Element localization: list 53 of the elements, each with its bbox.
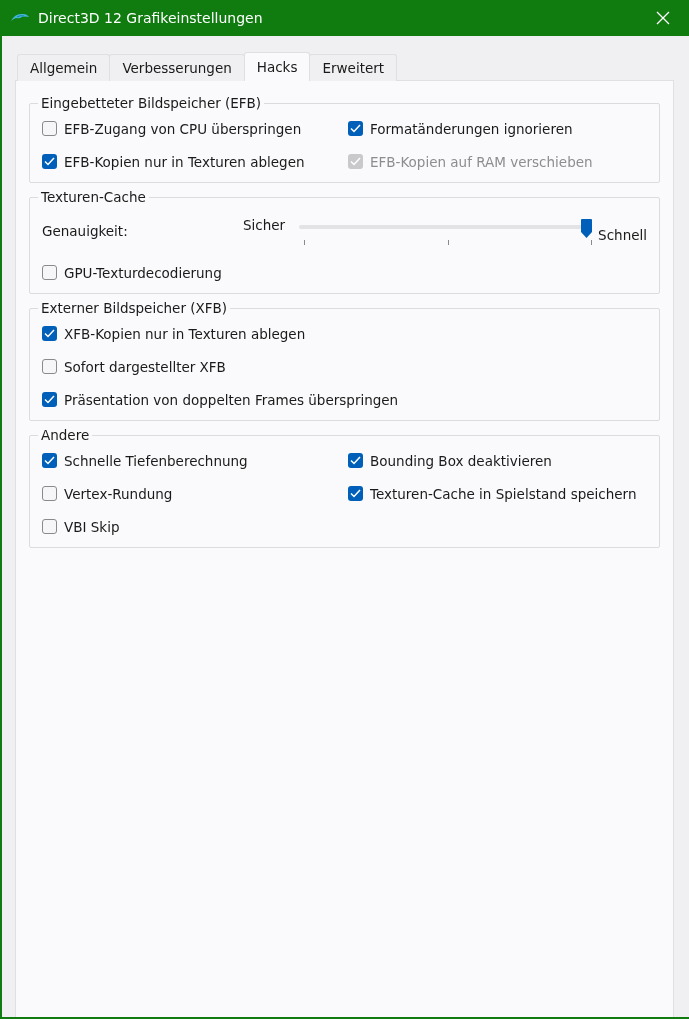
- checkbox-option[interactable]: Formatänderungen ignorieren: [348, 117, 647, 140]
- checkbox-label: EFB-Zugang von CPU überspringen: [64, 120, 302, 137]
- checkbox-option[interactable]: Präsentation von doppelten Frames überspringen: [42, 388, 647, 411]
- checkbox[interactable]: [42, 154, 57, 169]
- checkbox-label: Präsentation von doppelten Frames überspringen: [64, 391, 399, 408]
- checkbox-option[interactable]: EFB-Zugang von CPU überspringen: [42, 117, 348, 140]
- checkbox-label: GPU-Texturdecodierung: [64, 264, 222, 281]
- checkbox[interactable]: [42, 519, 57, 534]
- checkbox-label: XFB-Kopien nur in Texturen ablegen: [64, 325, 306, 342]
- checkbox[interactable]: [348, 486, 363, 501]
- slider-min-label: Sicher: [243, 217, 287, 233]
- checkbox[interactable]: [42, 121, 57, 136]
- tab[interactable]: Hacks: [243, 52, 311, 81]
- checkbox-option[interactable]: Schnelle Tiefenberechnung: [42, 449, 348, 472]
- checkbox-option[interactable]: Sofort dargestellter XFB: [42, 355, 647, 378]
- accuracy-slider[interactable]: [299, 219, 593, 243]
- checkbox[interactable]: [42, 359, 57, 374]
- window-title: Direct3D 12 Grafikeinstellungen: [38, 10, 264, 26]
- checkbox-option[interactable]: XFB-Kopien nur in Texturen ablegen: [42, 322, 647, 345]
- checkbox-option[interactable]: VBI Skip: [42, 515, 348, 538]
- dolphin-icon: [10, 12, 30, 24]
- checkbox-label: Vertex-Rundung: [64, 485, 173, 502]
- group-title: Eingebetteter Bildspeicher (EFB): [40, 95, 263, 111]
- checkbox-option[interactable]: Texturen-Cache in Spielstand speichern: [348, 482, 647, 505]
- checkbox-option[interactable]: Vertex-Rundung: [42, 482, 348, 505]
- checkbox-label: Formatänderungen ignorieren: [370, 120, 573, 137]
- checkbox-label: Texturen-Cache in Spielstand speichern: [370, 485, 637, 502]
- checkbox[interactable]: [42, 265, 57, 280]
- slider-label: Genauigkeit:: [42, 223, 129, 239]
- checkbox-label: VBI Skip: [64, 518, 120, 535]
- group-title: Externer Bildspeicher (XFB): [40, 300, 229, 316]
- tab[interactable]: Verbesserungen: [109, 54, 245, 81]
- checkbox[interactable]: [348, 121, 363, 136]
- slider-max-label: Schnell: [598, 227, 647, 243]
- close-icon: [656, 11, 670, 25]
- group-title: Texturen-Cache: [40, 189, 147, 205]
- checkbox-label: EFB-Kopien nur in Texturen ablegen: [64, 153, 305, 170]
- checkbox-label: Sofort dargestellter XFB: [64, 358, 226, 375]
- checkbox-option[interactable]: Bounding Box deaktivieren: [348, 449, 647, 472]
- checkbox[interactable]: [42, 392, 57, 407]
- checkbox-label: Schnelle Tiefenberechnung: [64, 452, 248, 469]
- checkbox-label: EFB-Kopien auf RAM verschieben: [370, 153, 593, 170]
- checkbox[interactable]: [42, 486, 57, 501]
- checkbox-option[interactable]: EFB-Kopien nur in Texturen ablegen: [42, 150, 348, 173]
- checkbox-label: Bounding Box deaktivieren: [370, 452, 552, 469]
- checkbox[interactable]: [348, 453, 363, 468]
- checkbox[interactable]: [42, 453, 57, 468]
- group-title: Andere: [40, 427, 91, 443]
- tab[interactable]: Erweitert: [309, 54, 398, 81]
- tab[interactable]: Allgemein: [17, 54, 111, 81]
- slider-thumb[interactable]: [581, 219, 593, 238]
- checkbox[interactable]: [42, 326, 57, 341]
- checkbox-option[interactable]: GPU-Texturdecodierung: [42, 261, 647, 284]
